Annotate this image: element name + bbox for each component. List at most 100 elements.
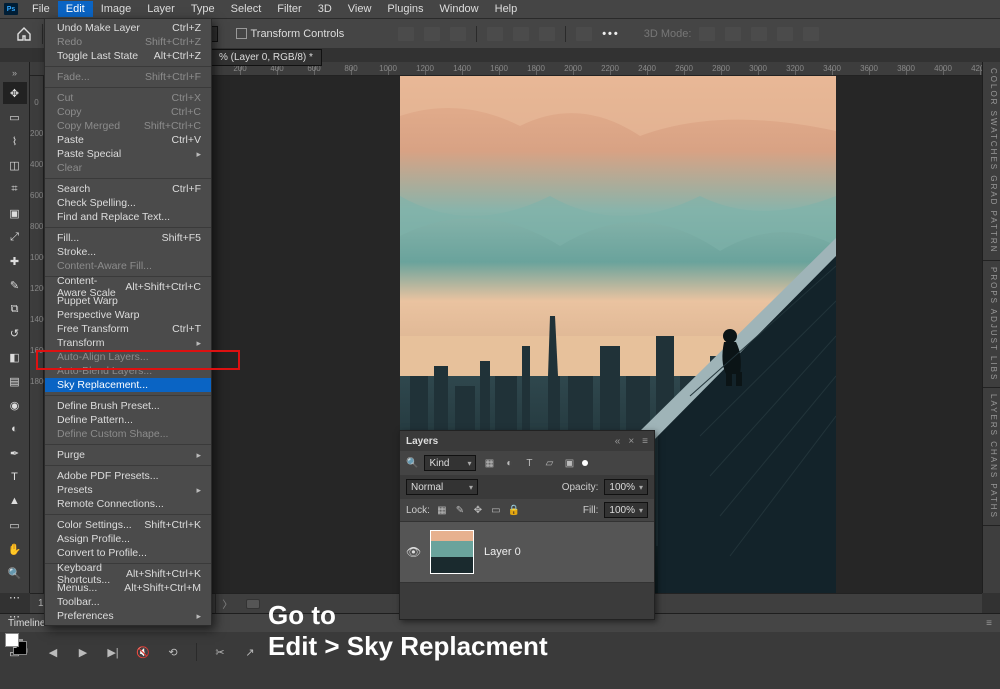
marquee-tool[interactable]: ▭ — [3, 106, 27, 128]
menu-file[interactable]: File — [24, 1, 58, 17]
filter-adjust-icon[interactable]: ◐ — [502, 457, 516, 469]
menu-item-fade-[interactable]: Fade...Shift+Ctrl+F — [45, 70, 211, 84]
loop-icon[interactable]: ⟲ — [166, 645, 180, 659]
blur-tool[interactable]: ◉ — [3, 394, 27, 416]
brush-tool[interactable]: ✎ — [3, 274, 27, 296]
filter-type-icon[interactable]: T — [522, 457, 536, 469]
menu-item-preferences[interactable]: Preferences▸ — [45, 609, 211, 623]
distribute-h-icon[interactable] — [576, 27, 592, 41]
rectangle-tool[interactable]: ▭ — [3, 514, 27, 536]
menu-item-paste[interactable]: PasteCtrl+V — [45, 133, 211, 147]
filter-shape-icon[interactable]: ▱ — [542, 457, 556, 469]
menu-item-content-aware-scale[interactable]: Content-Aware ScaleAlt+Shift+Ctrl+C — [45, 280, 211, 294]
history-brush-tool[interactable]: ↺ — [3, 322, 27, 344]
search-icon[interactable]: 🔍 — [406, 458, 418, 469]
lock-artboard-icon[interactable]: ▭ — [490, 504, 502, 516]
layer-thumbnail[interactable] — [430, 530, 474, 574]
menu-item-define-custom-shape-[interactable]: Define Custom Shape... — [45, 427, 211, 441]
menu-item-fill-[interactable]: Fill...Shift+F5 — [45, 231, 211, 245]
align-top-icon[interactable] — [487, 27, 503, 41]
menu-item-toolbar-[interactable]: Toolbar... — [45, 595, 211, 609]
menu-3d[interactable]: 3D — [310, 1, 340, 17]
menu-item-copy-merged[interactable]: Copy MergedShift+Ctrl+C — [45, 119, 211, 133]
menu-item-keyboard-shortcuts-[interactable]: Keyboard Shortcuts...Alt+Shift+Ctrl+K — [45, 567, 211, 581]
frame-tool[interactable]: ▣ — [3, 202, 27, 224]
lasso-tool[interactable]: ⌇ — [3, 130, 27, 152]
lock-transparent-icon[interactable]: ▦ — [436, 504, 448, 516]
layers-panel[interactable]: Layers « × ≡ 🔍 Kind▾ ▦ ◐ T ▱ ▣ Normal▾ O… — [399, 430, 655, 620]
menu-filter[interactable]: Filter — [269, 1, 309, 17]
ellipsis-tool-icon[interactable]: ⋯ — [3, 610, 27, 623]
menu-item-adobe-pdf-presets-[interactable]: Adobe PDF Presets... — [45, 469, 211, 483]
align-right-icon[interactable] — [450, 27, 466, 41]
eraser-tool[interactable]: ◧ — [3, 346, 27, 368]
layer-row[interactable]: 👁 Layer 0 — [400, 521, 654, 583]
menu-view[interactable]: View — [340, 1, 380, 17]
menu-layer[interactable]: Layer — [139, 1, 183, 17]
menu-item-transform[interactable]: Transform▸ — [45, 336, 211, 350]
edit-toolbar-tool[interactable]: ⋯ — [3, 586, 27, 608]
menu-item-clear[interactable]: Clear — [45, 161, 211, 175]
panel-menu-icon[interactable]: ≡ — [642, 436, 648, 447]
menu-item-stroke-[interactable]: Stroke... — [45, 245, 211, 259]
menu-item-check-spelling-[interactable]: Check Spelling... — [45, 196, 211, 210]
toolbox-collapse-icon[interactable]: » — [12, 68, 17, 78]
move-tool[interactable]: ✥ — [3, 82, 27, 104]
gradient-tool[interactable]: ▤ — [3, 370, 27, 392]
align-bottom-icon[interactable] — [539, 27, 555, 41]
panel-group[interactable]: PROPS ADJUST LIBS — [983, 261, 1000, 388]
eyedropper-tool[interactable]: ⤢ — [3, 226, 27, 248]
lock-pixels-icon[interactable]: ✎ — [454, 504, 466, 516]
pan-3d-icon[interactable] — [751, 27, 767, 41]
menu-item-assign-profile-[interactable]: Assign Profile... — [45, 532, 211, 546]
menu-item-presets[interactable]: Presets▸ — [45, 483, 211, 497]
lock-all-icon[interactable]: 🔒 — [508, 504, 520, 516]
foreground-swatch[interactable] — [5, 633, 19, 647]
layers-panel-header[interactable]: Layers « × ≡ — [400, 431, 654, 451]
axis-3d-icon[interactable] — [699, 27, 715, 41]
crop-tool[interactable]: ⌗ — [3, 178, 27, 200]
menu-item-define-brush-preset-[interactable]: Define Brush Preset... — [45, 399, 211, 413]
filter-pixel-icon[interactable]: ▦ — [482, 457, 496, 469]
menu-item-toggle-last-state[interactable]: Toggle Last StateAlt+Ctrl+Z — [45, 49, 211, 63]
next-frame-icon[interactable]: ▶| — [106, 645, 120, 659]
slide-3d-icon[interactable] — [777, 27, 793, 41]
panel-collapse-icon[interactable]: « — [615, 436, 621, 447]
prev-frame-icon[interactable]: ◀ — [46, 645, 60, 659]
menu-item-remote-connections-[interactable]: Remote Connections... — [45, 497, 211, 511]
zoom-tool[interactable]: 🔍 — [3, 562, 27, 584]
menu-item-cut[interactable]: CutCtrl+X — [45, 91, 211, 105]
transition-icon[interactable]: ↗ — [243, 645, 257, 659]
object-select-tool[interactable]: ◫ — [3, 154, 27, 176]
panel-group[interactable]: LAYERS CHANS PATHS — [983, 388, 1000, 526]
lock-position-icon[interactable]: ✥ — [472, 504, 484, 516]
menu-item-find-and-replace-text-[interactable]: Find and Replace Text... — [45, 210, 211, 224]
menu-item-menus-[interactable]: Menus...Alt+Shift+Ctrl+M — [45, 581, 211, 595]
menu-item-content-aware-fill-[interactable]: Content-Aware Fill... — [45, 259, 211, 273]
layer-filter-dropdown[interactable]: Kind▾ — [424, 455, 476, 471]
menu-item-free-transform[interactable]: Free TransformCtrl+T — [45, 322, 211, 336]
visibility-toggle-icon[interactable]: 👁 — [406, 545, 420, 559]
path-select-tool[interactable]: ▲ — [3, 490, 27, 512]
clone-tool[interactable]: ⧉ — [3, 298, 27, 320]
menu-item-copy[interactable]: CopyCtrl+C — [45, 105, 211, 119]
layer-name[interactable]: Layer 0 — [484, 546, 521, 558]
opacity-input[interactable]: 100%▾ — [604, 479, 648, 495]
document-tab[interactable]: % (Layer 0, RGB/8) * — [210, 49, 322, 66]
menu-item-puppet-warp[interactable]: Puppet Warp — [45, 294, 211, 308]
align-center-h-icon[interactable] — [424, 27, 440, 41]
filter-toggle-icon[interactable] — [582, 460, 588, 466]
menu-item-undo-make-layer[interactable]: Undo Make LayerCtrl+Z — [45, 21, 211, 35]
menu-item-perspective-warp[interactable]: Perspective Warp — [45, 308, 211, 322]
panel-close-icon[interactable]: × — [628, 436, 634, 447]
menu-item-paste-special[interactable]: Paste Special▸ — [45, 147, 211, 161]
healing-tool[interactable]: ✚ — [3, 250, 27, 272]
scale-3d-icon[interactable] — [803, 27, 819, 41]
filter-smart-icon[interactable]: ▣ — [562, 457, 576, 469]
menu-image[interactable]: Image — [93, 1, 140, 17]
split-icon[interactable]: ✂ — [213, 645, 227, 659]
blend-mode-dropdown[interactable]: Normal▾ — [406, 479, 478, 495]
fill-input[interactable]: 100%▾ — [604, 502, 648, 518]
menu-plugins[interactable]: Plugins — [379, 1, 431, 17]
align-left-icon[interactable] — [398, 27, 414, 41]
